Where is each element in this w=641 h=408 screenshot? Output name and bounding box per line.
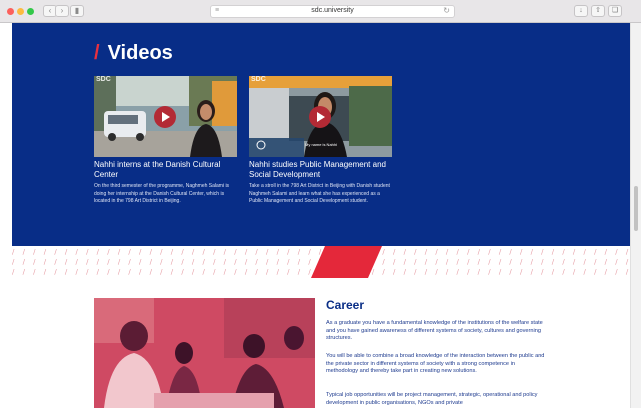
- slash-accent: /: [94, 42, 100, 64]
- sdc-logo: SDC: [251, 76, 266, 83]
- scrollbar-thumb[interactable]: [634, 186, 638, 231]
- close-window-button[interactable]: [7, 8, 14, 15]
- students-at-table-image: [94, 298, 315, 408]
- career-paragraph: As a graduate you have a fundamental kno…: [326, 320, 543, 342]
- video-card-studies[interactable]: SDC My name is Nahhi Nahhi studies Publi…: [249, 76, 392, 206]
- career-paragraph: Typical job opportunities will be projec…: [326, 392, 538, 406]
- video-description: On the third semester of the programme, …: [94, 183, 230, 204]
- decorative-stripe-band: / / / / / / / / / / / / / / / / / / / / …: [12, 246, 630, 278]
- zoom-window-button[interactable]: [27, 8, 34, 15]
- minimize-window-button[interactable]: [17, 8, 24, 15]
- play-icon[interactable]: [309, 106, 331, 128]
- video-title[interactable]: Nahhi interns at the Danish Cultural Cen…: [94, 160, 237, 180]
- tabs-icon[interactable]: ❏: [608, 5, 622, 17]
- sdc-logo: SDC: [96, 76, 111, 83]
- play-icon[interactable]: [154, 106, 176, 128]
- videos-heading: / Videos: [94, 42, 173, 65]
- reload-icon[interactable]: ↻: [443, 6, 450, 15]
- download-icon[interactable]: ↓: [574, 5, 588, 17]
- video-thumbnail[interactable]: SDC My name is Nahhi: [249, 76, 392, 157]
- page-scrollbar[interactable]: [630, 23, 641, 408]
- address-bar[interactable]: ≡ sdc.university ↻: [210, 5, 455, 18]
- video-thumbnail[interactable]: SDC: [94, 76, 237, 157]
- career-heading: Career: [326, 298, 365, 312]
- url-text: sdc.university: [311, 7, 354, 14]
- sidebar-icon[interactable]: ▮: [70, 5, 84, 17]
- video-title[interactable]: Nahhi studies Public Management and Soci…: [249, 160, 392, 180]
- browser-toolbar: ‹ › ▮ ≡ sdc.university ↻ ↓ ⇧ ❏: [0, 0, 641, 23]
- forward-icon[interactable]: ›: [55, 5, 69, 17]
- video-description: Take a stroll in the 798 Art District in…: [249, 183, 390, 204]
- share-icon[interactable]: ⇧: [591, 5, 605, 17]
- red-slash-accent: [311, 246, 382, 278]
- career-photo: [94, 298, 315, 408]
- videos-title: Videos: [107, 42, 173, 64]
- video-card-internship[interactable]: SDC Nahhi interns at the Danish Cultural…: [94, 76, 237, 206]
- video-caption: My name is Nahhi: [305, 142, 338, 147]
- career-paragraph: You will be able to combine a broad know…: [326, 353, 545, 375]
- videos-section: / Videos SDC Nahhi interns at the Danish…: [12, 23, 630, 246]
